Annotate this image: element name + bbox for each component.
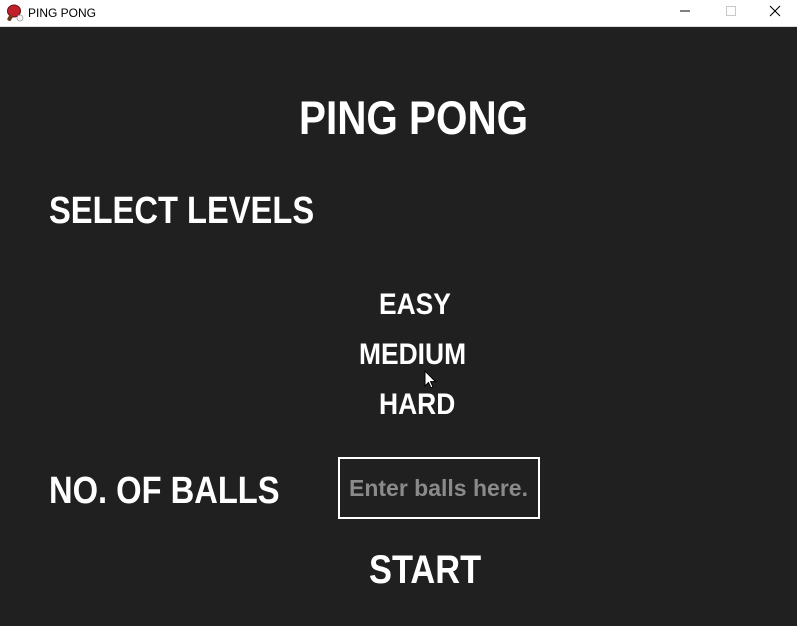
number-of-balls-input[interactable] bbox=[338, 457, 540, 519]
start-button[interactable]: START bbox=[369, 548, 481, 593]
select-levels-label: SELECT LEVELS bbox=[49, 190, 315, 232]
mouse-pointer-icon bbox=[424, 369, 438, 390]
number-of-balls-label: NO. OF BALLS bbox=[49, 470, 280, 512]
minimize-icon bbox=[679, 4, 691, 22]
close-icon bbox=[769, 4, 781, 22]
main-content: PING PONG SELECT LEVELS EASY MEDIUM HARD… bbox=[0, 27, 797, 626]
minimize-button[interactable] bbox=[662, 0, 707, 26]
close-button[interactable] bbox=[752, 0, 797, 26]
page-title: PING PONG bbox=[299, 91, 529, 144]
window-title: PING PONG bbox=[28, 6, 97, 20]
title-bar[interactable]: PING PONG bbox=[0, 0, 797, 27]
maximize-button[interactable] bbox=[708, 0, 753, 26]
level-option-medium[interactable]: MEDIUM bbox=[359, 338, 466, 372]
level-option-hard[interactable]: HARD bbox=[379, 388, 455, 422]
maximize-icon bbox=[725, 4, 737, 22]
app-window: PING PONG PING PONG SELECT LEVELS EASY M… bbox=[0, 0, 797, 626]
ping-pong-paddle-icon bbox=[6, 4, 24, 22]
level-option-easy[interactable]: EASY bbox=[379, 288, 451, 322]
